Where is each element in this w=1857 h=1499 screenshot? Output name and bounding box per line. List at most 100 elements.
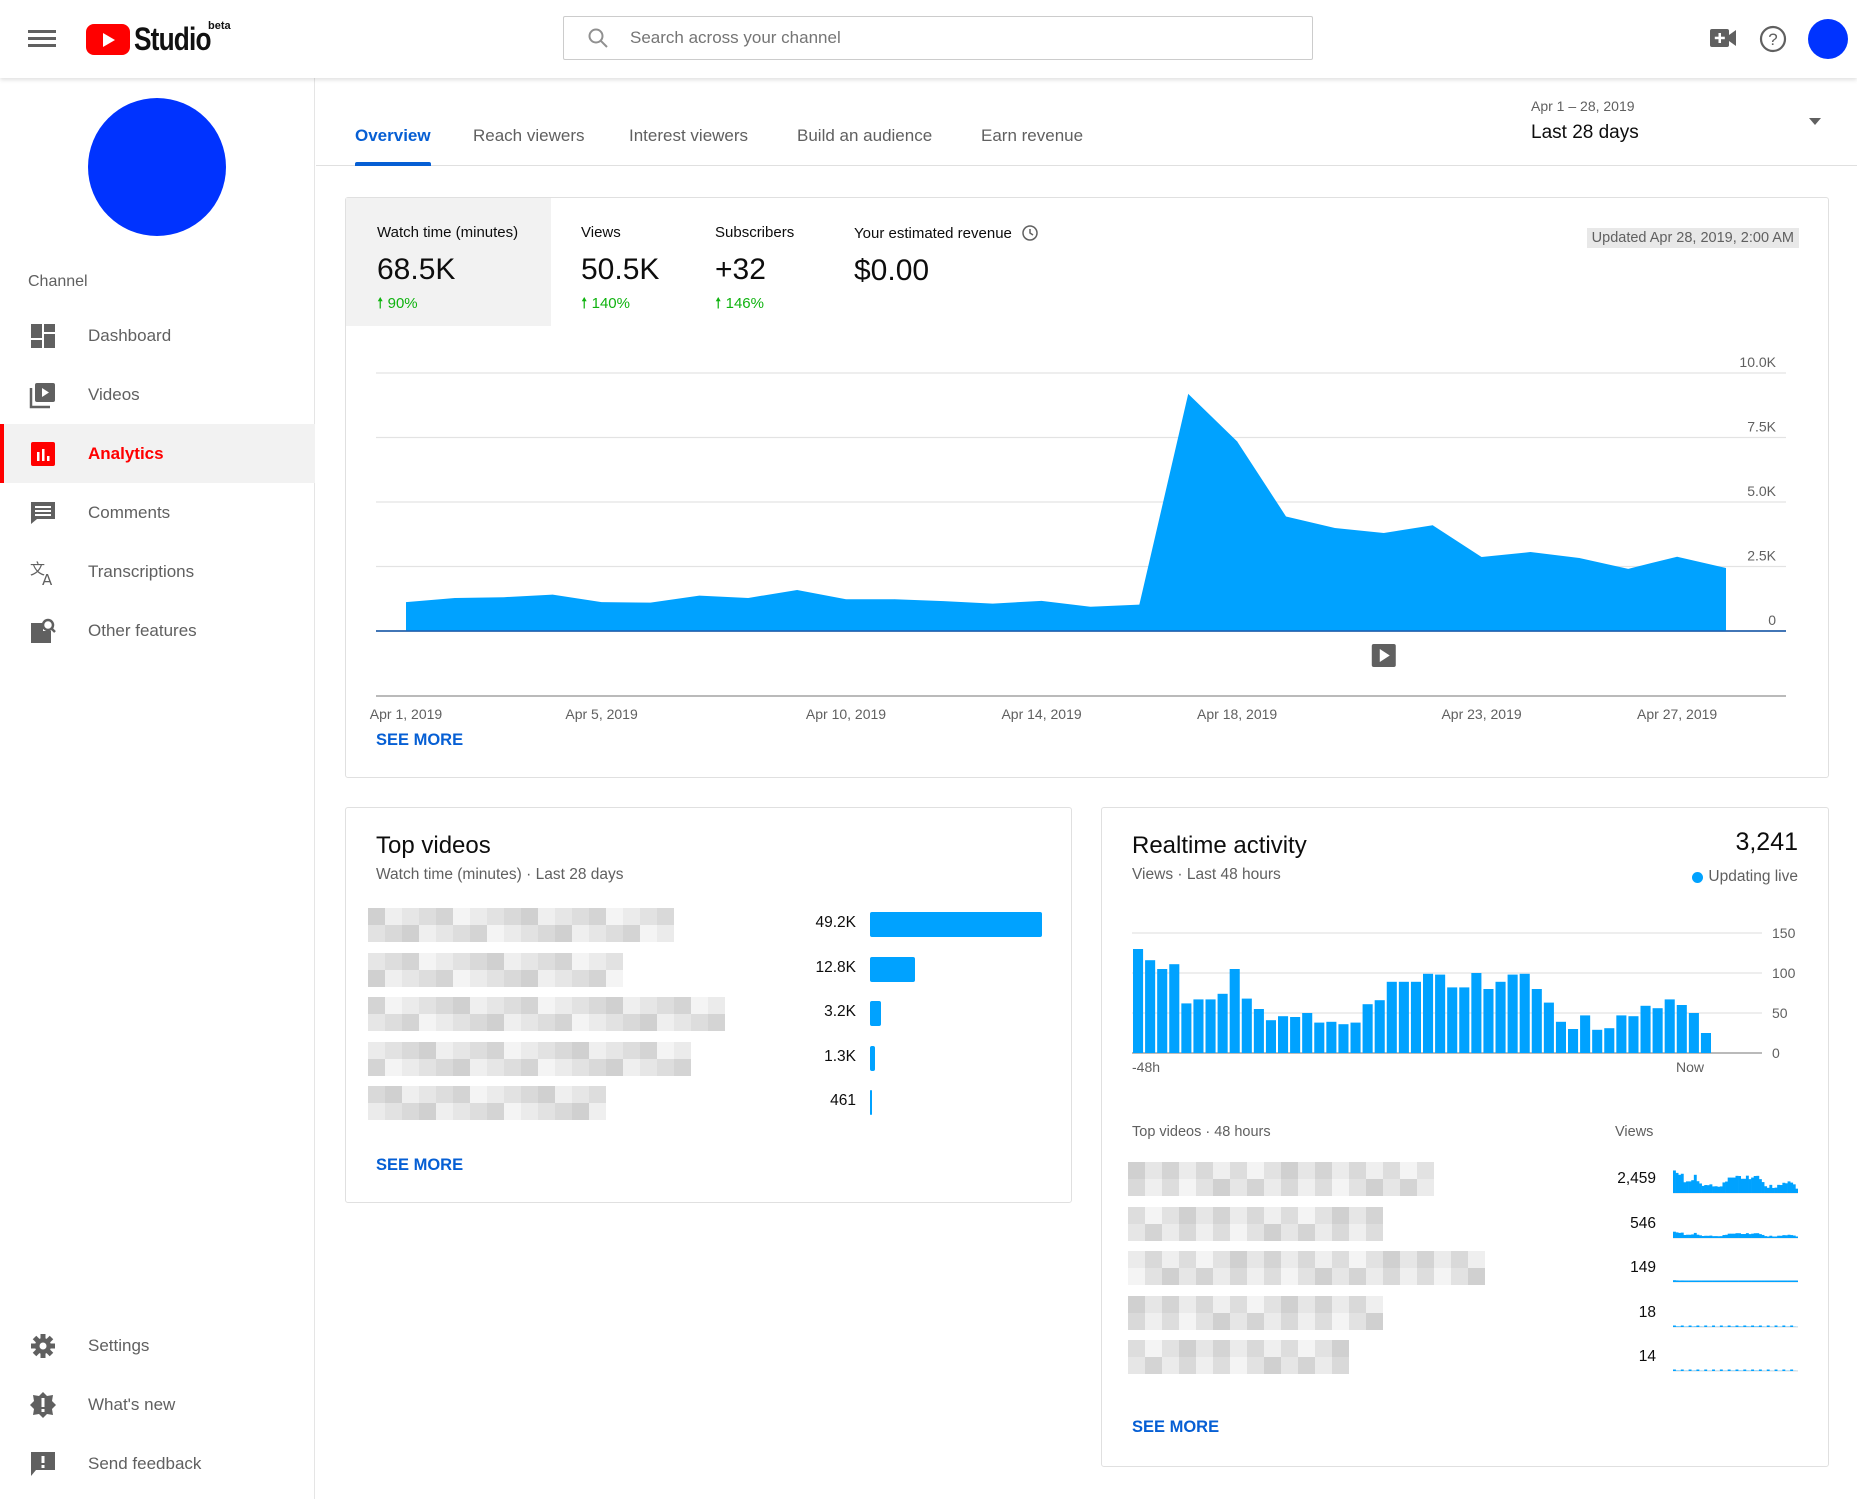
sparkline-bar (1738, 1232, 1742, 1238)
see-more-top-videos-button[interactable]: SEE MORE (376, 1156, 463, 1175)
realtime-bar (1543, 1002, 1554, 1053)
sparkline-bar (1688, 1181, 1692, 1193)
sparkline-bar (1735, 1325, 1739, 1327)
realtime-bar (1350, 1022, 1361, 1053)
sidebar-item-transcriptions[interactable]: 文A Transcriptions (0, 542, 315, 601)
svg-text:?: ? (1768, 30, 1777, 49)
realtime-bar (1604, 1028, 1615, 1053)
sparkline-bar (1675, 1172, 1679, 1193)
sidebar-item-videos[interactable]: Videos (0, 365, 315, 424)
sparkline-bar (1756, 1232, 1760, 1238)
sidebar-item-comments[interactable]: Comments (0, 483, 315, 542)
sparkline-bar (1706, 1185, 1710, 1193)
youtube-play-icon (86, 24, 130, 55)
sparkline-bar (1740, 1280, 1744, 1282)
x-tick-label: Apr 23, 2019 (1441, 706, 1521, 722)
search-box[interactable] (563, 16, 1313, 60)
account-avatar[interactable] (1808, 19, 1848, 59)
top-videos-card: Top videos Watch time (minutes) · Last 2… (345, 807, 1072, 1203)
sparkline-bar (1719, 1369, 1723, 1371)
tab-build-an-audience[interactable]: Build an audience (797, 126, 932, 166)
studio-logo[interactable]: Studio beta (86, 20, 231, 58)
realtime-video-title-redacted[interactable] (1128, 1162, 1434, 1196)
updated-timestamp: Updated Apr 28, 2019, 2:00 AM (1586, 228, 1799, 248)
top-video-title-redacted[interactable] (368, 952, 623, 987)
realtime-video-title-redacted[interactable] (1128, 1295, 1383, 1330)
menu-icon[interactable] (28, 26, 56, 52)
translate-icon: 文A (30, 560, 53, 586)
sparkline-bar (1792, 1184, 1796, 1193)
sparkline-bar (1756, 1175, 1760, 1193)
sparkline-bar (1782, 1325, 1786, 1327)
search-input[interactable] (630, 28, 1270, 48)
views-sparkline (1673, 1325, 1798, 1327)
sidebar-item-other-features[interactable]: Other features (0, 601, 315, 660)
sparkline-bar (1758, 1280, 1762, 1282)
sparkline-bar (1738, 1325, 1742, 1327)
sparkline-bar (1766, 1369, 1770, 1371)
sparkline-bar (1673, 1170, 1676, 1193)
realtime-video-title-redacted[interactable] (1128, 1340, 1349, 1374)
sparkline-bar (1691, 1180, 1695, 1193)
top-video-title-redacted[interactable] (368, 1086, 606, 1120)
realtime-video-title-redacted[interactable] (1128, 1206, 1383, 1241)
realtime-bar (1688, 1013, 1699, 1053)
top-video-title-redacted[interactable] (368, 997, 725, 1031)
sparkline-bar (1693, 1174, 1697, 1193)
clock-icon (1022, 225, 1038, 241)
tab-overview[interactable]: Overview (355, 126, 431, 166)
sparkline-bar (1777, 1280, 1781, 1282)
analytics-icon (31, 442, 55, 466)
sparkline-bar (1714, 1280, 1718, 1282)
video-annotation-marker[interactable] (1371, 644, 1396, 667)
metric-subscribers[interactable]: Subscribers +32 🠕 146% (715, 198, 835, 326)
sidebar-item-settings[interactable]: Settings (0, 1316, 315, 1375)
realtime-bar (1471, 973, 1482, 1053)
realtime-video-title-redacted[interactable] (1128, 1251, 1485, 1285)
sparkline-bar (1714, 1186, 1718, 1193)
sparkline-bar (1704, 1280, 1708, 1282)
realtime-bar (1145, 960, 1156, 1053)
sparkline-bar (1743, 1280, 1747, 1282)
realtime-bar (1435, 974, 1446, 1053)
sidebar-item-whats-new[interactable]: What's new (0, 1375, 315, 1434)
realtime-count: 3,241 (1735, 828, 1798, 856)
tab-earn-revenue[interactable]: Earn revenue (981, 126, 1083, 166)
sparkline-bar (1701, 1280, 1705, 1282)
tab-interest-viewers[interactable]: Interest viewers (629, 126, 748, 166)
help-icon[interactable]: ? (1758, 24, 1788, 54)
sidebar-item-analytics[interactable]: Analytics (0, 424, 315, 483)
metric-revenue[interactable]: Your estimated revenue $0.00 (854, 198, 1054, 326)
sparkline-bar (1712, 1325, 1715, 1327)
sparkline-bar (1774, 1187, 1778, 1193)
realtime-video-views: 14 (1638, 1348, 1656, 1365)
sparkline-bar (1766, 1325, 1770, 1327)
create-video-icon[interactable] (1710, 27, 1736, 49)
sidebar-item-dashboard[interactable]: Dashboard (0, 306, 315, 365)
y-tick-label: 5.0K (1747, 483, 1776, 499)
sparkline-bar (1686, 1181, 1689, 1193)
top-video-title-redacted[interactable] (368, 1041, 691, 1076)
see-more-realtime-button[interactable]: SEE MORE (1132, 1418, 1219, 1437)
sidebar-item-send-feedback[interactable]: Send feedback (0, 1434, 315, 1493)
see-more-overview-button[interactable]: SEE MORE (376, 731, 463, 750)
sparkline-bar (1738, 1280, 1742, 1282)
sparkline-bar (1790, 1369, 1794, 1371)
metric-views[interactable]: Views 50.5K 🠕 140% (581, 198, 701, 326)
sparkline-bar (1699, 1183, 1702, 1193)
tab-reach-viewers[interactable]: Reach viewers (473, 126, 585, 166)
realtime-views-chart: 0 50 100 150 -48h Now (1132, 925, 1796, 1075)
sparkline-bar (1784, 1183, 1788, 1193)
views-sparkline (1673, 1231, 1798, 1238)
channel-avatar[interactable] (88, 98, 226, 236)
date-range-selector[interactable]: Apr 1 – 28, 2019 Last 28 days (1531, 98, 1821, 153)
metric-watch-time[interactable]: Watch time (minutes) 68.5K 🠕 90% (346, 198, 551, 326)
realtime-bar (1519, 973, 1530, 1053)
realtime-bar (1253, 1009, 1264, 1053)
x-tick-label: Apr 27, 2019 (1637, 706, 1717, 722)
sparkline-bar (1688, 1369, 1692, 1371)
top-video-title-redacted[interactable] (368, 908, 674, 942)
sparkline-bar (1756, 1280, 1760, 1282)
arrow-up-icon: 🠕 (581, 295, 592, 312)
sparkline-bar (1688, 1234, 1692, 1238)
